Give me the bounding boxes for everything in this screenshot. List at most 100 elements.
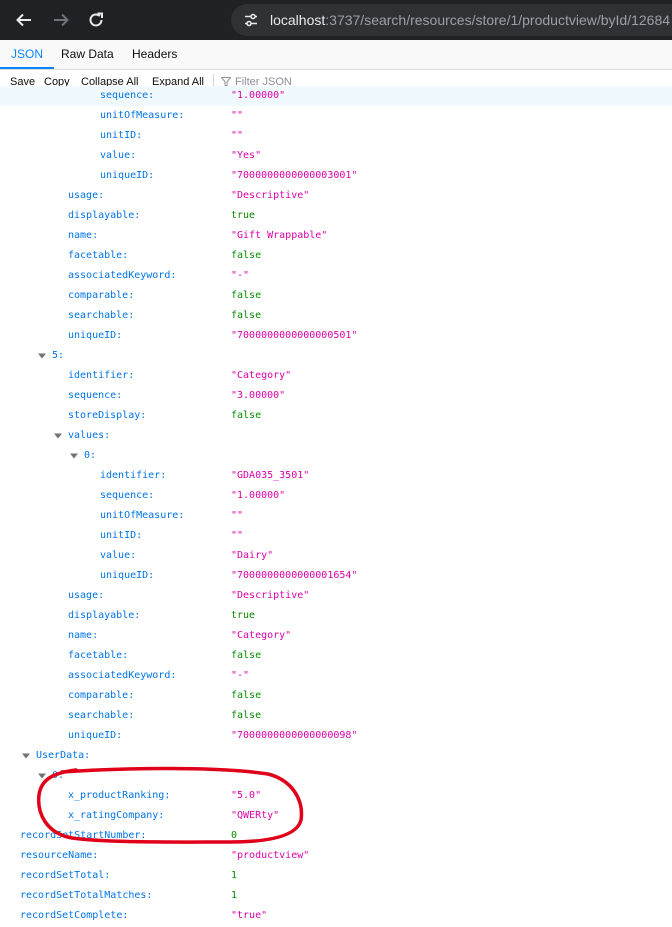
expand-toggle-icon[interactable] xyxy=(38,352,46,360)
json-value: "" xyxy=(231,530,244,541)
reload-icon xyxy=(89,12,103,27)
json-key: usage: xyxy=(68,190,105,201)
tree-row[interactable]: recordSetStartNumber: 0 xyxy=(0,826,672,846)
json-key: 0: xyxy=(52,770,65,781)
address-bar[interactable]: localhost:3737/search/resources/store/1/… xyxy=(231,4,672,36)
json-key: resourceName: xyxy=(20,850,99,861)
tree-row[interactable]: comparable: false xyxy=(0,286,672,306)
json-key: sequence: xyxy=(68,390,123,401)
tree-row[interactable]: unitID: "" xyxy=(0,126,672,146)
json-value: "1.00000" xyxy=(231,90,286,101)
tree-row[interactable]: sequence: "1.00000" xyxy=(0,86,672,106)
expand-toggle-icon[interactable] xyxy=(54,432,62,440)
tree-row[interactable]: uniqueID: "7000000000000000098" xyxy=(0,726,672,746)
url-text: localhost:3737/search/resources/store/1/… xyxy=(270,12,670,28)
tree-row[interactable]: displayable: true xyxy=(0,606,672,626)
json-tree: sequence: "1.00000" unitOfMeasure: "" unitID… xyxy=(0,86,672,927)
tree-row[interactable]: UserData: xyxy=(0,746,672,766)
tree-row[interactable]: facetable: false xyxy=(0,246,672,266)
tree-row[interactable]: 0: xyxy=(0,446,672,466)
tree-row[interactable]: associatedKeyword: "-" xyxy=(0,266,672,286)
tree-row[interactable]: 5: xyxy=(0,346,672,366)
expand-toggle-icon[interactable] xyxy=(22,752,30,760)
json-value: "Dairy" xyxy=(231,550,274,561)
json-key: searchable: xyxy=(68,710,135,721)
tree-row[interactable]: uniqueID: "7000000000000000501" xyxy=(0,326,672,346)
json-key: displayable: xyxy=(68,610,141,621)
tree-row[interactable]: storeDisplay: false xyxy=(0,406,672,426)
site-info-icon[interactable] xyxy=(243,12,259,28)
tree-row[interactable]: identifier: "GDA035_3501" xyxy=(0,466,672,486)
json-key: storeDisplay: xyxy=(68,410,147,421)
tree-row[interactable]: facetable: false xyxy=(0,646,672,666)
json-key: displayable: xyxy=(68,210,141,221)
tree-row[interactable]: uniqueID: "7000000000000001654" xyxy=(0,566,672,586)
json-key: values: xyxy=(68,430,111,441)
tree-row[interactable]: identifier: "Category" xyxy=(0,366,672,386)
tree-row[interactable]: unitID: "" xyxy=(0,526,672,546)
json-value: false xyxy=(231,310,262,321)
json-key: associatedKeyword: xyxy=(68,670,177,681)
tree-row[interactable]: unitOfMeasure: "" xyxy=(0,106,672,126)
tree-row[interactable]: x_productRanking: "5.0" xyxy=(0,786,672,806)
tree-row[interactable]: searchable: false xyxy=(0,706,672,726)
tree-row[interactable]: usage: "Descriptive" xyxy=(0,586,672,606)
json-key: sequence: xyxy=(100,490,155,501)
json-value: "-" xyxy=(231,270,250,281)
tree-row[interactable]: values: xyxy=(0,426,672,446)
tree-row[interactable]: comparable: false xyxy=(0,686,672,706)
json-value: "5.0" xyxy=(231,790,262,801)
json-value: "GDA035_3501" xyxy=(231,470,310,481)
tree-row[interactable]: value: "Dairy" xyxy=(0,546,672,566)
back-button[interactable] xyxy=(12,8,36,32)
tree-row[interactable]: sequence: "3.00000" xyxy=(0,386,672,406)
json-key: usage: xyxy=(68,590,105,601)
tree-row[interactable]: sequence: "1.00000" xyxy=(0,486,672,506)
tree-row[interactable]: searchable: false xyxy=(0,306,672,326)
expand-toggle-icon[interactable] xyxy=(70,452,78,460)
json-value: "" xyxy=(231,110,244,121)
tree-row[interactable]: displayable: true xyxy=(0,206,672,226)
json-key: identifier: xyxy=(68,370,135,381)
json-value: "Category" xyxy=(231,370,292,381)
tree-row[interactable]: value: "Yes" xyxy=(0,146,672,166)
json-value: "" xyxy=(231,130,244,141)
tree-row[interactable]: associatedKeyword: "-" xyxy=(0,666,672,686)
json-key: searchable: xyxy=(68,310,135,321)
json-value: "" xyxy=(231,510,244,521)
json-key: recordSetTotalMatches: xyxy=(20,890,153,901)
forward-arrow-icon xyxy=(54,13,69,27)
json-key: unitOfMeasure: xyxy=(100,510,185,521)
tree-row[interactable]: 0: xyxy=(0,766,672,786)
tab-raw-data[interactable]: Raw Data xyxy=(61,40,114,69)
json-value: "productview" xyxy=(231,850,310,861)
tree-row[interactable]: resourceName: "productview" xyxy=(0,846,672,866)
tree-row[interactable]: recordSetComplete: "true" xyxy=(0,906,672,926)
tree-row[interactable]: recordSetTotalMatches: 1 xyxy=(0,886,672,906)
json-key: comparable: xyxy=(68,690,135,701)
reload-button[interactable] xyxy=(84,8,108,32)
tree-row[interactable]: name: "Category" xyxy=(0,626,672,646)
tree-row[interactable]: unitOfMeasure: "" xyxy=(0,506,672,526)
json-value: false xyxy=(231,710,262,721)
tree-row[interactable]: x_ratingCompany: "QWERty" xyxy=(0,806,672,826)
tree-row[interactable]: recordSetTotal: 1 xyxy=(0,866,672,886)
json-value: "Descriptive" xyxy=(231,590,310,601)
tab-json[interactable]: JSON xyxy=(0,40,55,69)
viewer-tabs: JSON Raw Data Headers xyxy=(0,40,672,70)
json-key: facetable: xyxy=(68,650,129,661)
json-value: 1 xyxy=(231,890,238,901)
json-value: "Category" xyxy=(231,630,292,641)
json-key: value: xyxy=(100,550,137,561)
tree-row[interactable]: usage: "Descriptive" xyxy=(0,186,672,206)
json-key: 5: xyxy=(52,350,65,361)
forward-button[interactable] xyxy=(49,8,73,32)
json-value: "7000000000000003001" xyxy=(231,170,358,181)
tree-row[interactable]: name: "Gift Wrappable" xyxy=(0,226,672,246)
json-key: unitOfMeasure: xyxy=(100,110,185,121)
expand-toggle-icon[interactable] xyxy=(38,772,46,780)
json-value: "1.00000" xyxy=(231,490,286,501)
tab-headers[interactable]: Headers xyxy=(132,40,177,69)
tree-row[interactable]: uniqueID: "7000000000000003001" xyxy=(0,166,672,186)
json-value: false xyxy=(231,690,262,701)
